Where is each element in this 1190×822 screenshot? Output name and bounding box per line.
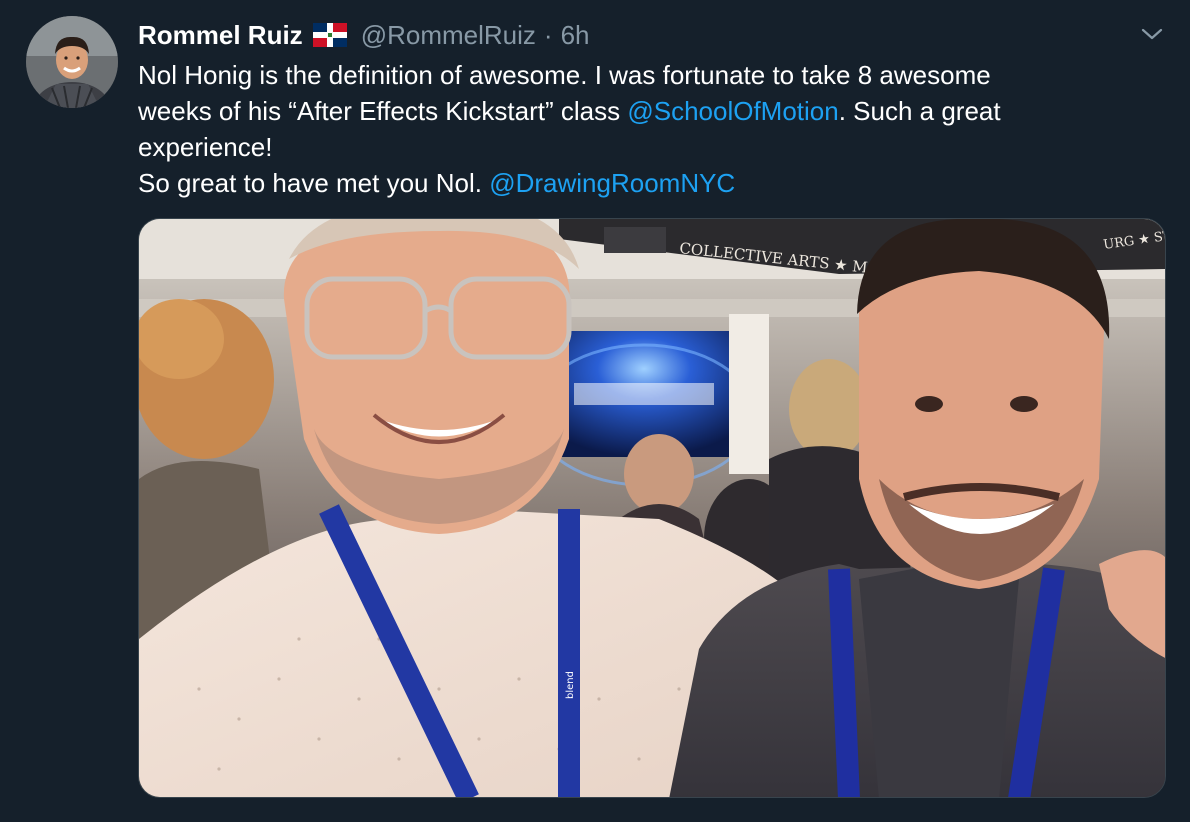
avatar-image bbox=[26, 16, 118, 108]
mention-link-drawingroomnyc[interactable]: @DrawingRoomNYC bbox=[489, 168, 735, 198]
separator-dot: · bbox=[543, 19, 553, 50]
tweet-photo[interactable]: COLLECTIVE ARTS ★ MARINER URG ★ ST blend bbox=[138, 218, 1166, 798]
chevron-down-icon[interactable] bbox=[1140, 24, 1164, 44]
author-handle[interactable]: @RommelRuiz bbox=[361, 20, 536, 51]
mention-link-schoolofmotion[interactable]: @SchoolOfMotion bbox=[627, 96, 838, 126]
tweet-text-line: Nol Honig is the definition of awesome. … bbox=[138, 60, 991, 90]
tweet-header: Rommel Ruiz @RommelRuiz · 6h bbox=[138, 18, 589, 52]
tweet-text: Nol Honig is the definition of awesome. … bbox=[138, 57, 1148, 201]
tweet-text-line: experience! bbox=[138, 132, 273, 162]
avatar[interactable] bbox=[26, 16, 118, 108]
tweet-text-segment: weeks of his “After Effects Kickstart” c… bbox=[138, 96, 628, 126]
author-name[interactable]: Rommel Ruiz bbox=[138, 20, 303, 51]
tweet-text-line: weeks of his “After Effects Kickstart” c… bbox=[138, 93, 1148, 129]
tweet-text-segment: . Such a great bbox=[838, 96, 1001, 126]
photo-image: COLLECTIVE ARTS ★ MARINER URG ★ ST blend bbox=[139, 219, 1165, 797]
dominican-republic-flag-icon bbox=[312, 23, 347, 47]
tweet-text-line: So great to have met you Nol. @DrawingRo… bbox=[138, 165, 1148, 201]
tweet-text-segment: So great to have met you Nol. bbox=[138, 168, 490, 198]
tweet[interactable]: Rommel Ruiz @RommelRuiz · 6h Nol Honig i… bbox=[0, 0, 1190, 822]
tweet-timestamp[interactable]: 6h bbox=[561, 20, 590, 51]
lanyard-text: blend bbox=[565, 671, 576, 699]
